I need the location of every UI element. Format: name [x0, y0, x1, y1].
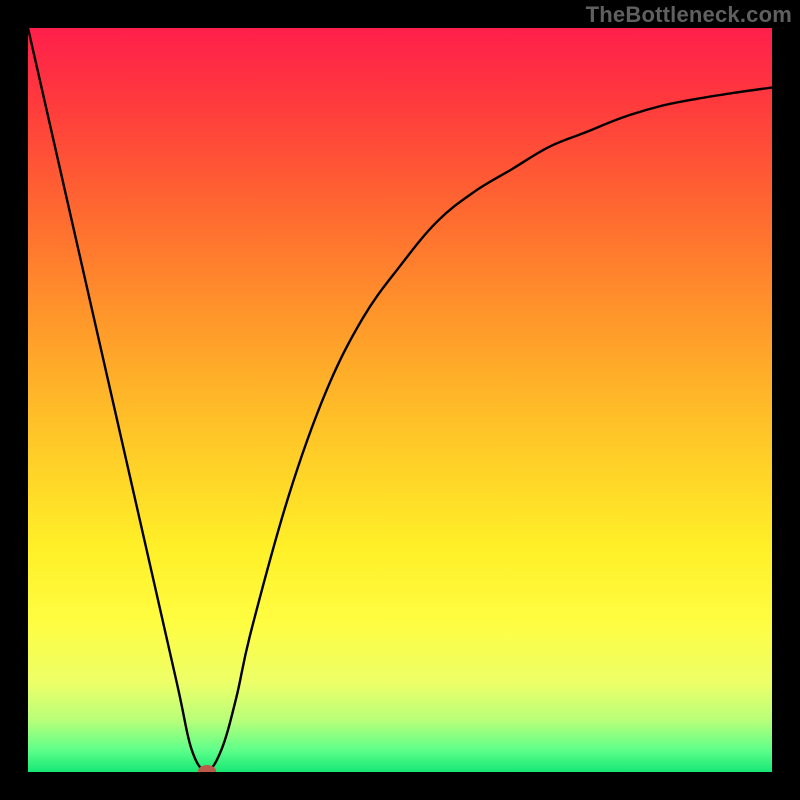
plot-frame: [0, 0, 800, 800]
plot-area: [28, 28, 772, 772]
frame-border-left: [0, 0, 28, 800]
frame-border-bottom: [0, 772, 800, 800]
bottleneck-curve: [28, 28, 772, 772]
chart-container: TheBottleneck.com: [0, 0, 800, 800]
optimal-point-marker: [198, 765, 216, 773]
frame-border-right: [772, 0, 800, 800]
watermark-text: TheBottleneck.com: [586, 2, 792, 28]
